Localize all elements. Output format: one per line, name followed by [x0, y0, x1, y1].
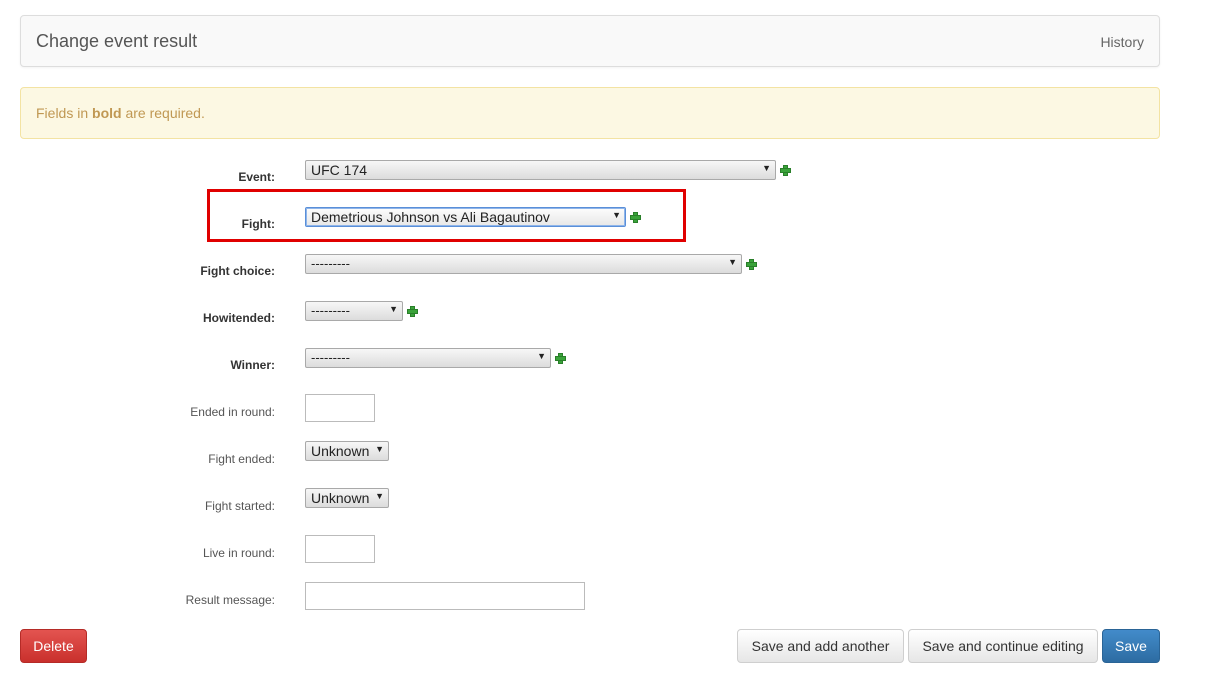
fight-choice-select-value: --------- [311, 256, 350, 271]
alert-prefix: Fields in [36, 105, 93, 121]
fight-started-select-value: Unknown [311, 490, 370, 506]
result-message-row: Result message: [0, 582, 1215, 612]
live-in-round-label: Live in round: [202, 546, 275, 560]
ended-in-round-label: Ended in round: [190, 405, 275, 419]
dropdown-arrow-icon: ▼ [375, 444, 384, 454]
fight-choice-row: Fight choice: --------- ▼ [0, 254, 1215, 284]
save-button[interactable]: Save [1102, 629, 1160, 663]
add-event-plus-icon[interactable] [780, 165, 791, 176]
dropdown-arrow-icon: ▼ [375, 491, 384, 501]
add-winner-plus-icon[interactable] [555, 353, 566, 364]
fight-ended-label: Fight ended: [208, 452, 275, 466]
fight-ended-select[interactable]: Unknown ▼ [305, 441, 389, 461]
winner-row: Winner: --------- ▼ [0, 348, 1215, 378]
fight-ended-row: Fight ended: Unknown ▼ [0, 441, 1215, 471]
fight-ended-select-value: Unknown [311, 443, 370, 459]
event-select-value: UFC 174 [311, 162, 368, 178]
ended-in-round-row: Ended in round: [0, 394, 1215, 424]
howitended-label: Howitended: [203, 311, 275, 325]
fight-started-label: Fight started: [204, 499, 275, 513]
history-link[interactable]: History [1100, 34, 1144, 50]
delete-button[interactable]: Delete [20, 629, 87, 663]
live-in-round-input[interactable] [305, 535, 375, 563]
howitended-select[interactable]: --------- ▼ [305, 301, 403, 321]
winner-select[interactable]: --------- ▼ [305, 348, 551, 368]
event-label: Event: [238, 170, 275, 184]
alert-suffix: are required. [121, 105, 205, 121]
live-in-round-row: Live in round: [0, 535, 1215, 565]
winner-label: Winner: [230, 358, 275, 372]
save-and-continue-button[interactable]: Save and continue editing [908, 629, 1098, 663]
dropdown-arrow-icon: ▼ [728, 257, 737, 267]
result-message-input[interactable] [305, 582, 585, 610]
fight-started-row: Fight started: Unknown ▼ [0, 488, 1215, 518]
fight-choice-select[interactable]: --------- ▼ [305, 254, 742, 274]
howitended-select-value: --------- [311, 303, 350, 318]
result-message-label: Result message: [185, 593, 275, 607]
dropdown-arrow-icon: ▼ [537, 351, 546, 361]
event-row: Event: UFC 174 ▼ [0, 160, 1215, 190]
add-howitended-plus-icon[interactable] [407, 306, 418, 317]
winner-select-value: --------- [311, 350, 350, 365]
add-fight-choice-plus-icon[interactable] [746, 259, 757, 270]
event-select[interactable]: UFC 174 ▼ [305, 160, 776, 180]
header-panel: Change event result History [20, 15, 1160, 67]
fight-choice-label: Fight choice: [200, 264, 275, 278]
fight-started-select[interactable]: Unknown ▼ [305, 488, 389, 508]
ended-in-round-input[interactable] [305, 394, 375, 422]
dropdown-arrow-icon: ▼ [762, 163, 771, 173]
required-fields-alert: Fields in bold are required. [20, 87, 1160, 139]
page-title: Change event result [36, 31, 198, 51]
dropdown-arrow-icon: ▼ [389, 304, 398, 314]
save-and-add-another-button[interactable]: Save and add another [737, 629, 904, 663]
fight-highlight-box [207, 189, 686, 242]
alert-bold-word: bold [92, 105, 122, 121]
howitended-row: Howitended: --------- ▼ [0, 301, 1215, 331]
